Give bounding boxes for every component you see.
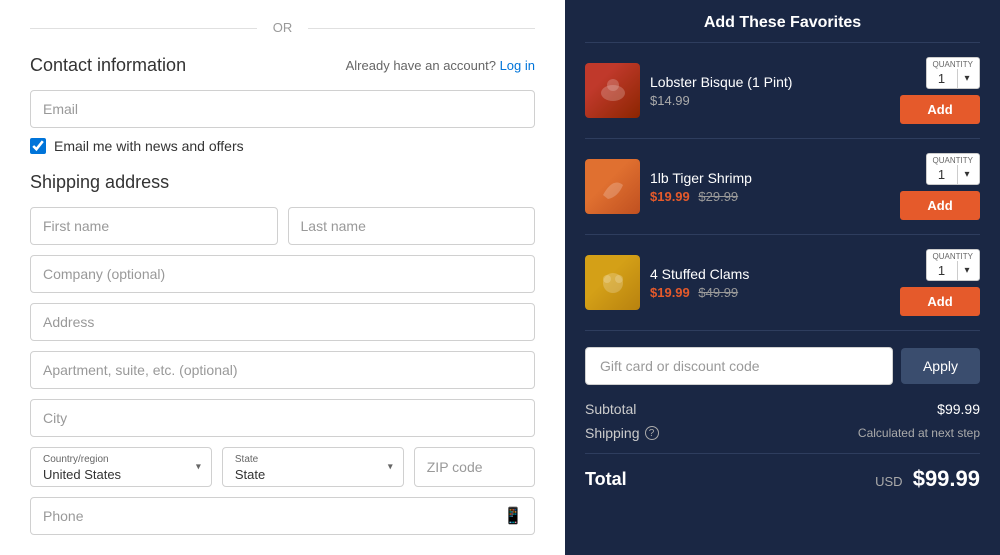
quantity-value-lobster: 1 [927, 69, 957, 88]
country-label: Country/region [43, 454, 199, 465]
quantity-control-lobster[interactable]: QUANTITY 1 ▾ [926, 57, 980, 89]
quantity-chevron-clams[interactable]: ▾ [957, 261, 977, 280]
subtotal-value: $99.99 [937, 401, 980, 417]
product-info-shrimp: 1lb Tiger Shrimp $19.99 $29.99 [650, 170, 890, 204]
apply-button[interactable]: Apply [901, 348, 980, 384]
quantity-label-lobster: QUANTITY [927, 58, 979, 69]
quantity-label-shrimp: QUANTITY [927, 154, 979, 165]
shipping-value: Calculated at next step [858, 426, 980, 440]
lobster-price: $14.99 [650, 93, 690, 108]
discount-input[interactable] [585, 347, 893, 385]
or-divider: OR [30, 20, 535, 35]
state-select-box[interactable]: State State ▾ [222, 447, 404, 487]
subtotal-row: Subtotal $99.99 [585, 401, 980, 417]
quantity-chevron-shrimp[interactable]: ▾ [957, 165, 977, 184]
left-panel: OR Contact information Already have an a… [0, 0, 565, 555]
shrimp-sale-price: $19.99 [650, 189, 690, 204]
state-wrapper: State State ▾ [222, 447, 404, 487]
product-item-shrimp: 1lb Tiger Shrimp $19.99 $29.99 QUANTITY … [585, 139, 980, 235]
shipping-row: Shipping ? Calculated at next step [585, 425, 980, 441]
quantity-value-clams: 1 [927, 261, 957, 280]
contact-header: Contact information Already have an acco… [30, 55, 535, 76]
shrimp-original-price: $29.99 [698, 189, 738, 204]
state-label: State [235, 454, 391, 465]
total-row: Total USD $99.99 [585, 453, 980, 492]
quantity-chevron-lobster[interactable]: ▾ [957, 69, 977, 88]
company-field[interactable] [30, 255, 535, 293]
total-value: USD $99.99 [875, 466, 980, 492]
zip-wrapper [414, 447, 535, 487]
product-name-shrimp: 1lb Tiger Shrimp [650, 170, 890, 186]
shipping-label: Shipping ? [585, 425, 659, 441]
address-bottom-row: Country/region United States ▾ State Sta… [30, 447, 535, 487]
product-image-clams [585, 255, 640, 310]
last-name-field[interactable] [288, 207, 536, 245]
quantity-control-clams[interactable]: QUANTITY 1 ▾ [926, 249, 980, 281]
total-amount: $99.99 [913, 466, 980, 491]
shipping-info-icon[interactable]: ? [645, 426, 659, 440]
contact-title: Contact information [30, 55, 186, 76]
country-region-wrapper: Country/region United States ▾ [30, 447, 212, 487]
phone-row: 📱 [30, 497, 535, 535]
quantity-control-shrimp[interactable]: QUANTITY 1 ▾ [926, 153, 980, 185]
first-name-field[interactable] [30, 207, 278, 245]
phone-icon: 📱 [503, 506, 523, 526]
product-item-lobster: Lobster Bisque (1 Pint) $14.99 QUANTITY … [585, 43, 980, 139]
product-image-shrimp [585, 159, 640, 214]
name-row [30, 207, 535, 255]
total-currency: USD [875, 474, 902, 489]
product-item-clams: 4 Stuffed Clams $19.99 $49.99 QUANTITY 1… [585, 235, 980, 331]
account-text: Already have an account? Log in [346, 58, 535, 73]
product-name-clams: 4 Stuffed Clams [650, 266, 890, 282]
newsletter-checkbox[interactable] [30, 138, 46, 154]
product-controls-shrimp: QUANTITY 1 ▾ Add [900, 153, 980, 220]
state-select[interactable]: State [235, 467, 391, 482]
total-label: Total [585, 469, 627, 490]
address-field[interactable] [30, 303, 535, 341]
apartment-field[interactable] [30, 351, 535, 389]
add-button-clams[interactable]: Add [900, 287, 980, 316]
email-field[interactable] [30, 90, 535, 128]
product-name-lobster: Lobster Bisque (1 Pint) [650, 74, 890, 90]
product-info-clams: 4 Stuffed Clams $19.99 $49.99 [650, 266, 890, 300]
clams-original-price: $49.99 [698, 285, 738, 300]
subtotal-label: Subtotal [585, 401, 636, 417]
newsletter-label: Email me with news and offers [54, 138, 244, 154]
product-info-lobster: Lobster Bisque (1 Pint) $14.99 [650, 74, 890, 108]
product-controls-clams: QUANTITY 1 ▾ Add [900, 249, 980, 316]
product-image-lobster [585, 63, 640, 118]
product-price-lobster: $14.99 [650, 93, 890, 108]
login-link[interactable]: Log in [500, 58, 535, 73]
country-select[interactable]: United States [43, 467, 199, 482]
product-price-shrimp: $19.99 $29.99 [650, 189, 890, 204]
phone-field[interactable] [30, 497, 535, 535]
quantity-label-clams: QUANTITY [927, 250, 979, 261]
zip-field[interactable] [414, 447, 535, 487]
favorites-title: Add These Favorites [585, 0, 980, 43]
right-panel: Add These Favorites Lobster Bisque (1 Pi… [565, 0, 1000, 555]
shipping-title: Shipping address [30, 172, 535, 193]
product-controls-lobster: QUANTITY 1 ▾ Add [900, 57, 980, 124]
newsletter-row: Email me with news and offers [30, 138, 535, 154]
city-field[interactable] [30, 399, 535, 437]
add-button-shrimp[interactable]: Add [900, 191, 980, 220]
add-button-lobster[interactable]: Add [900, 95, 980, 124]
discount-row: Apply [585, 347, 980, 385]
product-price-clams: $19.99 $49.99 [650, 285, 890, 300]
clams-sale-price: $19.99 [650, 285, 690, 300]
quantity-value-shrimp: 1 [927, 165, 957, 184]
country-select-box[interactable]: Country/region United States ▾ [30, 447, 212, 487]
